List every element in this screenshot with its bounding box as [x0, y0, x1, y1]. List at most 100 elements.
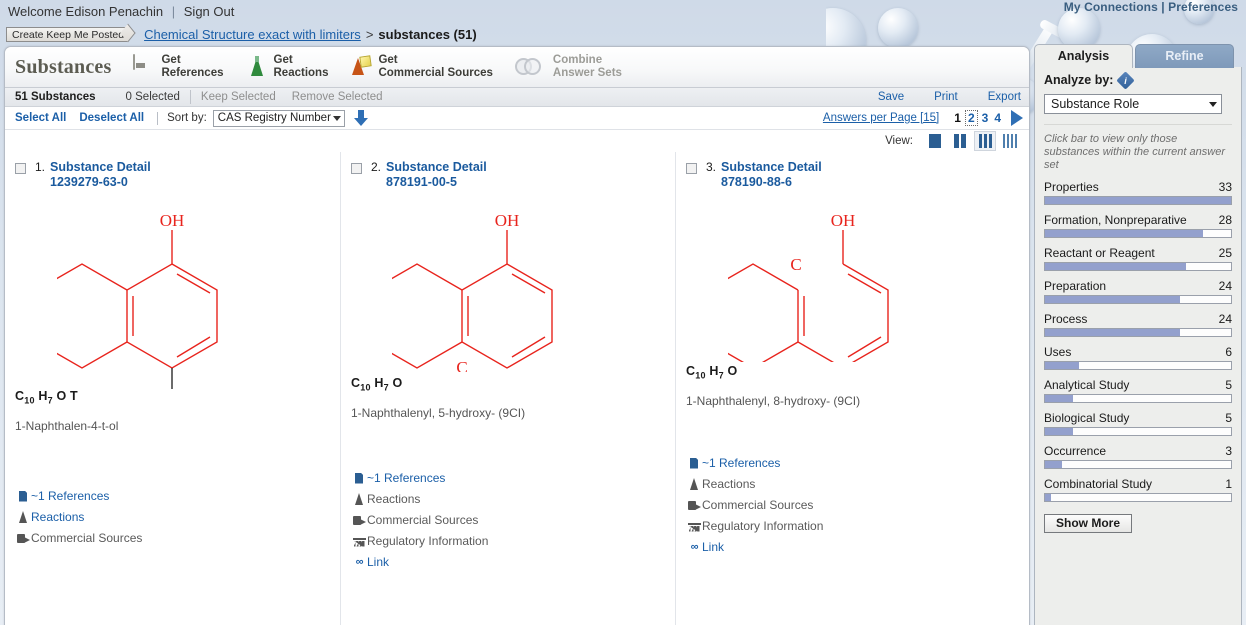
analysis-bar-item[interactable]: Biological Study 5: [1044, 411, 1232, 436]
substance-index: 2.: [371, 160, 382, 174]
welcome-text: Welcome Edison Penachin: [8, 4, 164, 19]
cas-registry-number[interactable]: 1239279-63-0: [50, 175, 151, 190]
breadcrumb: Create Keep Me Posted Chemical Structure…: [6, 24, 477, 44]
analysis-bar-track[interactable]: [1044, 427, 1232, 436]
analysis-bar-item[interactable]: Properties 33: [1044, 180, 1232, 205]
analysis-bar-fill: [1045, 461, 1062, 468]
view-2-column-button[interactable]: [949, 131, 971, 151]
analysis-bar-item[interactable]: Uses 6: [1044, 345, 1232, 370]
analysis-bar-track[interactable]: [1044, 295, 1232, 304]
analysis-bar-item[interactable]: Analytical Study 5: [1044, 378, 1232, 403]
regulatory-information-link-row[interactable]: Regulatory Information: [686, 516, 999, 537]
get-reactions-label-line1: Get: [273, 54, 293, 66]
reactions-link-row[interactable]: Reactions: [351, 489, 663, 510]
tab-refine[interactable]: Refine: [1135, 44, 1234, 68]
get-reactions-button[interactable]: Get Reactions: [246, 54, 328, 80]
sort-by-select[interactable]: CAS Registry Number: [212, 109, 345, 127]
cas-registry-number[interactable]: 878191-00-5: [386, 175, 487, 190]
commercial-sources-link-row[interactable]: Commercial Sources: [686, 495, 999, 516]
commercial-sources-link-row[interactable]: Commercial Sources: [351, 510, 663, 531]
analysis-bar-track[interactable]: [1044, 361, 1232, 370]
link-label: Link: [367, 555, 390, 569]
show-more-button[interactable]: Show More: [1044, 514, 1132, 533]
combine-answer-sets-button[interactable]: Combine Answer Sets: [514, 54, 622, 80]
analysis-bar-track[interactable]: [1044, 262, 1232, 271]
next-page-icon[interactable]: [1011, 110, 1023, 126]
substance-checkbox[interactable]: [15, 163, 26, 174]
references-link-row[interactable]: ~1 References: [351, 468, 663, 489]
substance-card: 1. Substance Detail 1239279-63-0 OH C10 …: [5, 152, 341, 625]
card-links: ~1 References Reactions Commercial Sourc…: [351, 468, 663, 573]
flask-icon: [686, 478, 702, 490]
commercial-sources-link-row[interactable]: Commercial Sources: [15, 528, 328, 549]
page-1-button[interactable]: 1: [954, 111, 961, 125]
page-3-button[interactable]: 3: [982, 111, 989, 125]
results-toolbar: Substances Get References Get Reactions …: [5, 47, 1029, 88]
export-link[interactable]: Export: [988, 91, 1021, 103]
print-link[interactable]: Print: [934, 91, 958, 103]
page-4-button[interactable]: 4: [994, 111, 1001, 125]
reactions-link-row[interactable]: Reactions: [15, 507, 328, 528]
sort-direction-down-icon[interactable]: [353, 109, 368, 127]
analysis-bar-item[interactable]: Reactant or Reagent 25: [1044, 246, 1232, 271]
deselect-all-link[interactable]: Deselect All: [79, 112, 144, 124]
analysis-bar-track[interactable]: [1044, 394, 1232, 403]
references-link-row[interactable]: ~1 References: [686, 453, 999, 474]
analysis-bar-label: Process: [1044, 312, 1088, 326]
substance-checkbox[interactable]: [351, 163, 362, 174]
analysis-bar-fill: [1045, 263, 1186, 270]
substance-checkbox[interactable]: [686, 163, 697, 174]
topbar-right-links[interactable]: My Connections | Preferences: [1064, 0, 1238, 14]
remove-selected-button[interactable]: Remove Selected: [292, 91, 383, 103]
analysis-hint: Click bar to view only those substances …: [1044, 124, 1232, 172]
analysis-bar-item[interactable]: Formation, Nonpreparative 28: [1044, 213, 1232, 238]
truck-icon: [351, 515, 367, 525]
create-keep-me-posted-button[interactable]: Create Keep Me Posted: [6, 26, 129, 42]
info-icon[interactable]: i: [1116, 70, 1136, 90]
analysis-bar-item[interactable]: Process 24: [1044, 312, 1232, 337]
analysis-bar-item[interactable]: Preparation 24: [1044, 279, 1232, 304]
reactions-link-label: Reactions: [31, 510, 85, 524]
view-1-column-button[interactable]: [924, 131, 946, 151]
results-grid: 1. Substance Detail 1239279-63-0 OH C10 …: [5, 152, 1029, 625]
sign-out-link[interactable]: Sign Out: [184, 4, 235, 19]
structure-label-oh: OH: [159, 211, 184, 230]
cas-registry-number[interactable]: 878190-88-6: [721, 175, 822, 190]
reactions-link-row[interactable]: Reactions: [686, 474, 999, 495]
regulatory-information-link-row[interactable]: Regulatory Information: [351, 531, 663, 552]
analysis-bar-track[interactable]: [1044, 460, 1232, 469]
view-4-column-button[interactable]: [999, 131, 1021, 151]
tab-analysis[interactable]: Analysis: [1034, 44, 1133, 68]
analysis-bar-track[interactable]: [1044, 229, 1232, 238]
answers-per-page-link[interactable]: Answers per Page [15]: [823, 112, 939, 124]
get-references-button[interactable]: Get References: [133, 54, 224, 80]
chevron-down-icon: [332, 115, 341, 121]
analysis-bar-item[interactable]: Combinatorial Study 1: [1044, 477, 1232, 502]
truck-icon: [15, 533, 31, 543]
select-all-link[interactable]: Select All: [15, 112, 66, 124]
breadcrumb-link-query[interactable]: Chemical Structure exact with limiters: [144, 27, 361, 42]
analysis-bar-track[interactable]: [1044, 196, 1232, 205]
keep-selected-button[interactable]: Keep Selected: [201, 91, 276, 103]
view-3-column-button[interactable]: [974, 131, 996, 151]
substance-detail-link[interactable]: Substance Detail: [50, 160, 151, 174]
page-2-button[interactable]: 2: [964, 110, 978, 126]
analysis-bar-label: Preparation: [1044, 279, 1107, 293]
analysis-bar-label: Biological Study: [1044, 411, 1130, 425]
analysis-bar-track[interactable]: [1044, 493, 1232, 502]
link-row[interactable]: ∞ Link: [351, 552, 663, 573]
analysis-bar-track[interactable]: [1044, 328, 1232, 337]
analyze-by-select[interactable]: Substance Role: [1044, 94, 1222, 114]
analyze-by-label: Analyze by:: [1044, 73, 1114, 87]
substance-detail-link[interactable]: Substance Detail: [721, 160, 822, 174]
analysis-bar-item[interactable]: Occurrence 3: [1044, 444, 1232, 469]
link-row[interactable]: ∞ Link: [686, 537, 999, 558]
molecular-formula: C10 H7 O T: [15, 389, 78, 406]
save-link[interactable]: Save: [878, 91, 904, 103]
page-icon: [351, 472, 367, 484]
get-commercial-sources-button[interactable]: Get Commercial Sources: [350, 54, 493, 80]
analysis-bar-value: 24: [1218, 279, 1232, 293]
references-link-row[interactable]: ~1 References: [15, 486, 328, 507]
substance-detail-link[interactable]: Substance Detail: [386, 160, 487, 174]
analysis-bar-value: 1: [1225, 477, 1232, 491]
